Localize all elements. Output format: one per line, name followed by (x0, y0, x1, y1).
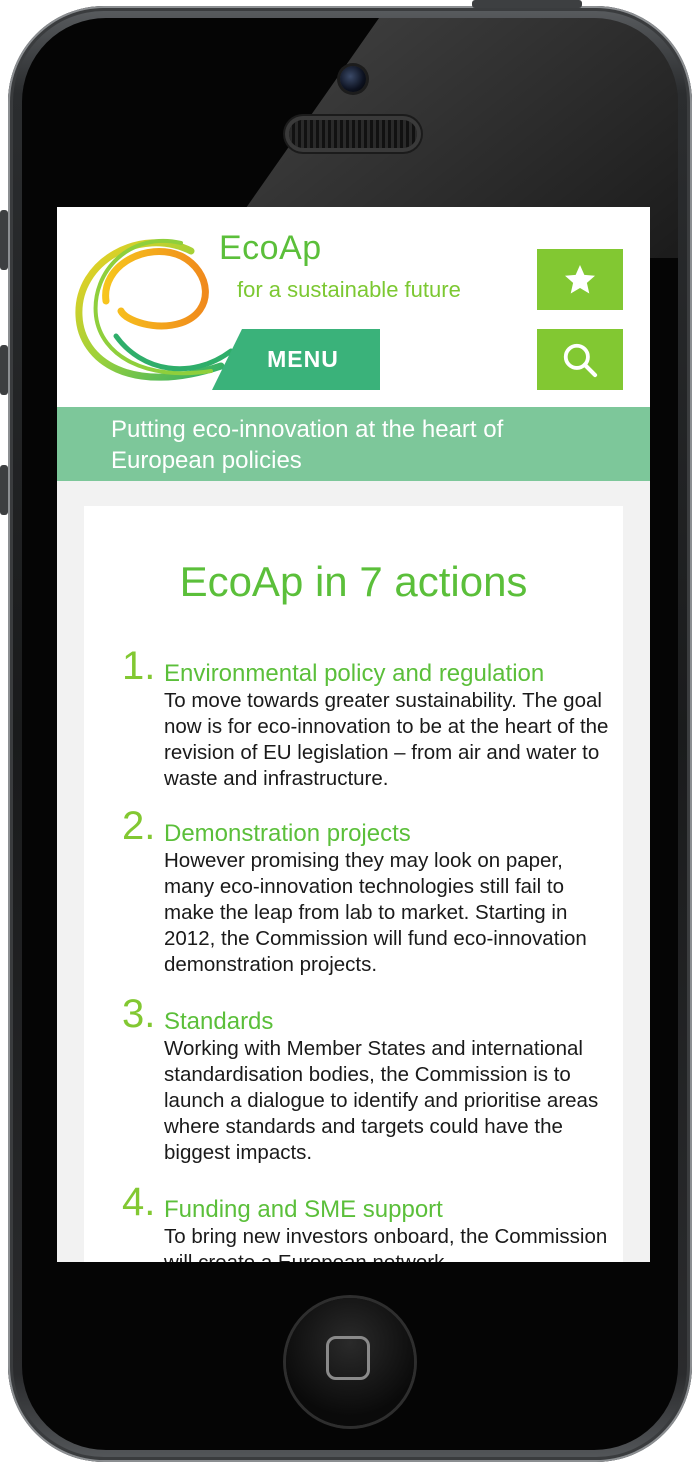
action-title[interactable]: Funding and SME support (164, 1196, 443, 1224)
search-button[interactable] (537, 329, 623, 390)
home-square-icon (326, 1336, 370, 1380)
power-button (472, 0, 582, 8)
action-body: However promising they may look on paper… (164, 849, 587, 976)
page-title: EcoAp in 7 actions (179, 558, 528, 605)
content-card: EcoAp in 7 actions 1. Environmental poli… (84, 506, 623, 1262)
ecoap-logo-icon (75, 238, 234, 381)
action-body: Working with Member States and internati… (164, 1037, 599, 1164)
volume-up-button (0, 345, 8, 395)
search-icon (563, 343, 598, 377)
earpiece-speaker (289, 120, 417, 148)
action-body: To bring new investors onboard, the Comm… (164, 1225, 608, 1262)
action-number: 2. (122, 804, 156, 848)
tagline-banner: Putting eco-innovation at the heart of E… (57, 407, 650, 481)
star-icon (565, 264, 595, 293)
site-header: EcoAp for a sustainable future MENU (57, 207, 650, 407)
action-body: To move towards greater sustainability. … (164, 689, 609, 790)
brand-title[interactable]: EcoAp (219, 229, 322, 268)
banner-text: Putting eco-innovation at the heart of E… (111, 416, 504, 474)
action-title[interactable]: Demonstration projects (164, 820, 411, 848)
mute-switch (0, 210, 8, 270)
action-title[interactable]: Standards (164, 1008, 273, 1036)
screen: EcoAp for a sustainable future MENU Putt… (57, 207, 650, 1262)
volume-down-button (0, 465, 8, 515)
action-number: 3. (122, 992, 156, 1036)
action-title[interactable]: Environmental policy and regulation (164, 660, 544, 688)
action-number: 1. (122, 644, 156, 688)
front-camera (340, 66, 366, 92)
favorite-button[interactable] (537, 249, 623, 310)
brand-tagline: for a sustainable future (237, 277, 461, 302)
action-number: 4. (122, 1180, 156, 1224)
